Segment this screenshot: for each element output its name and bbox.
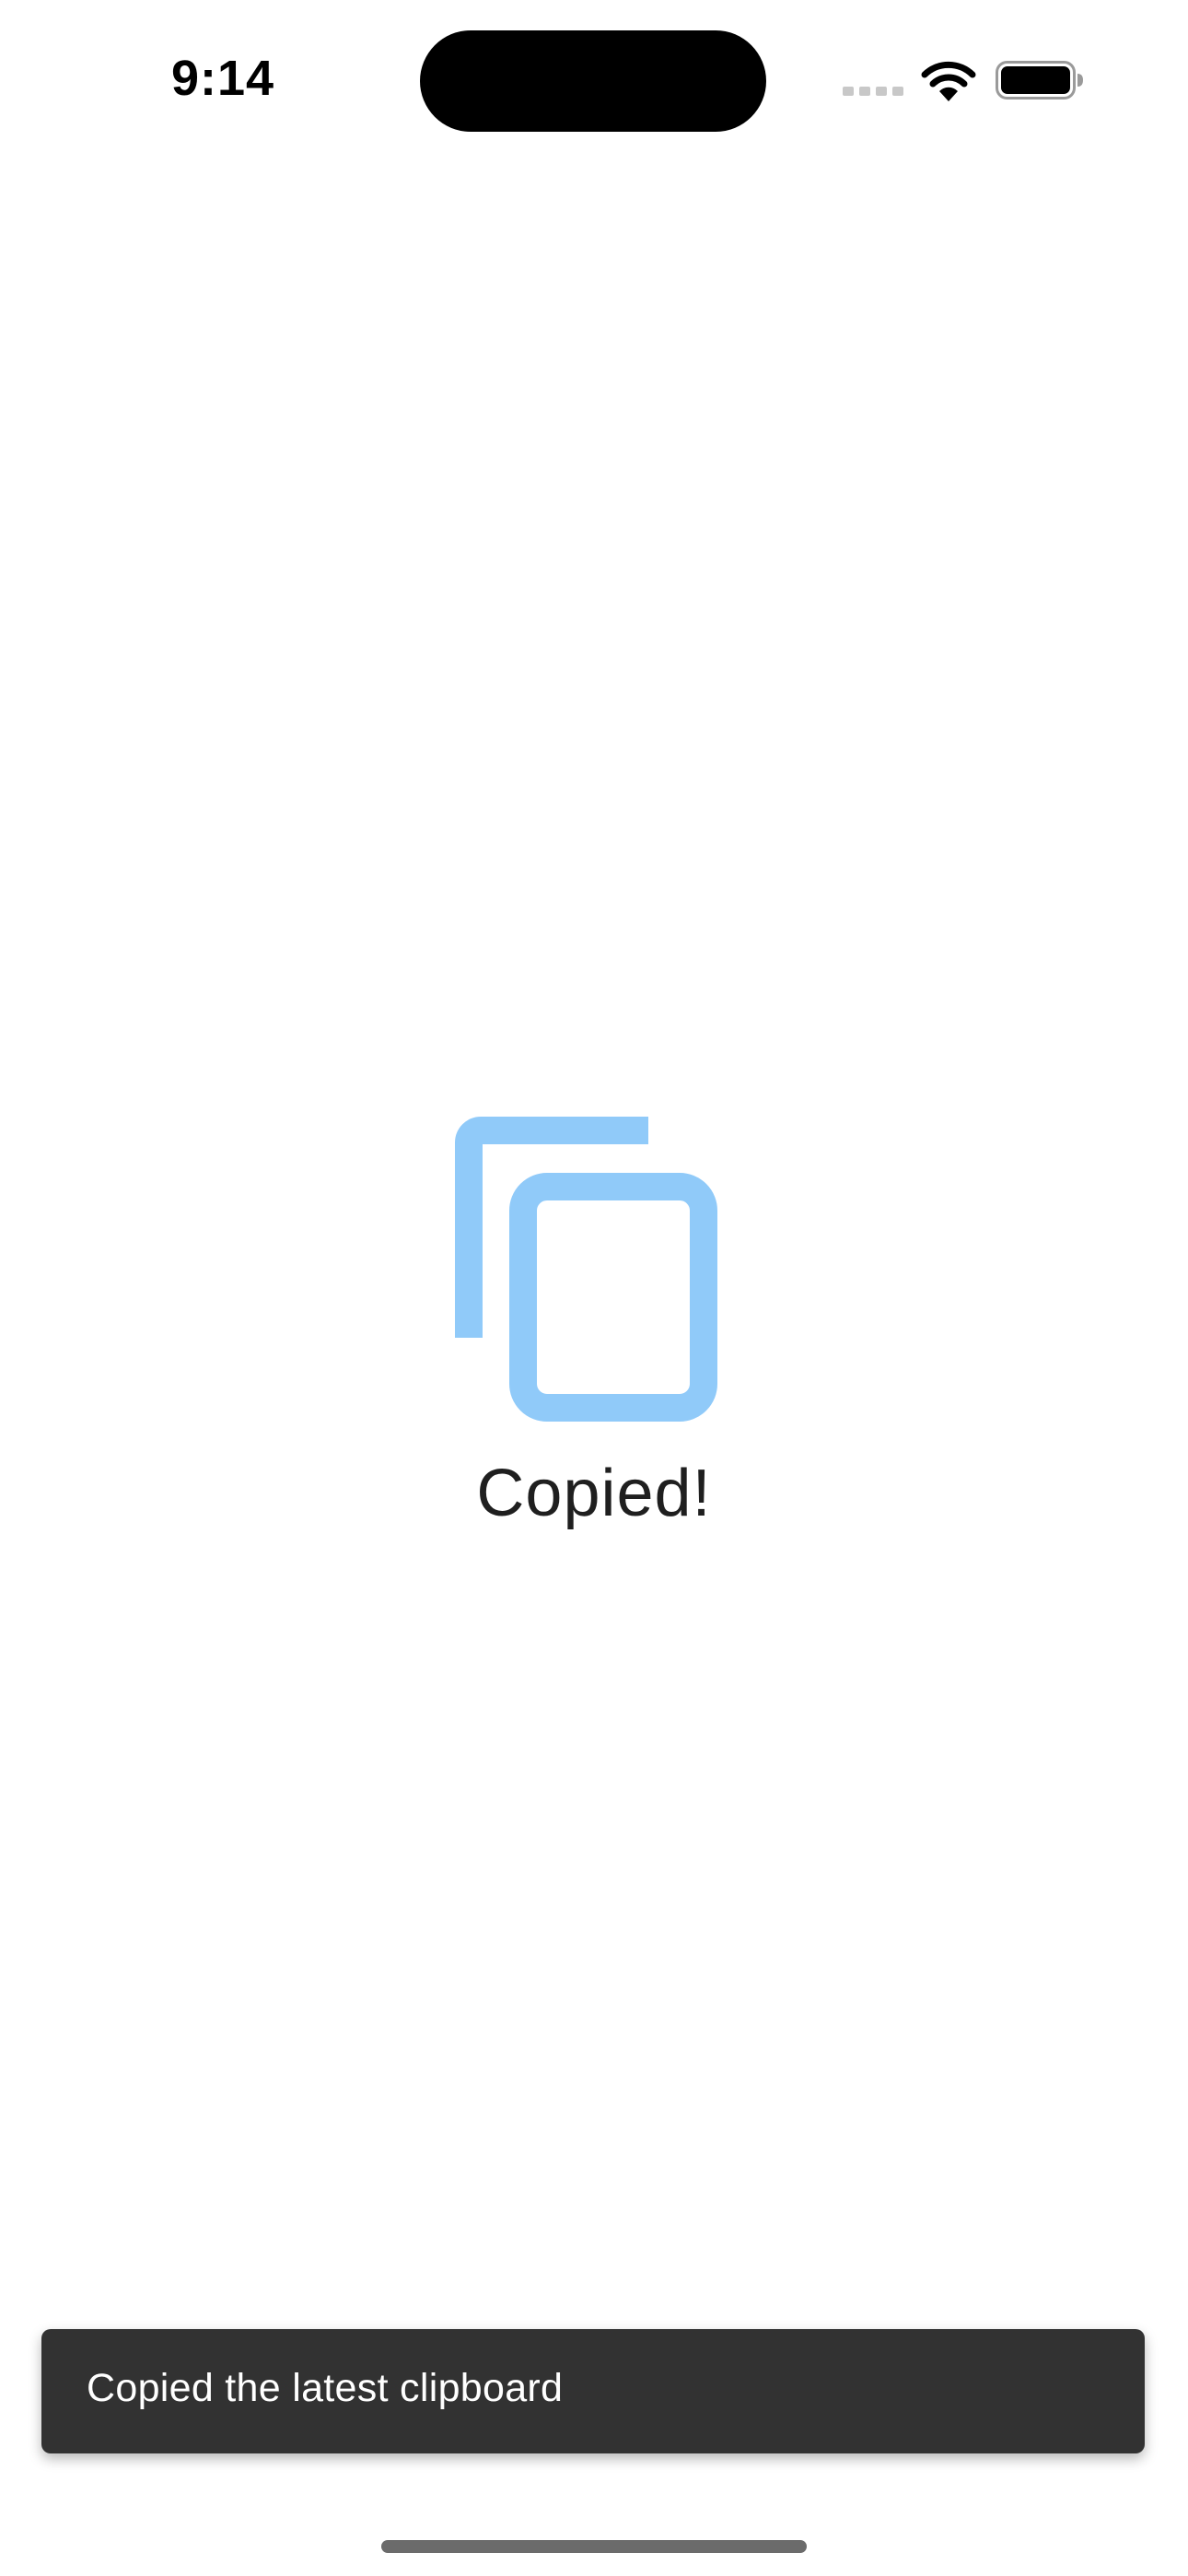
cellular-signal-icon: [843, 87, 903, 96]
snackbar: Copied the latest clipboard: [41, 2329, 1145, 2453]
dynamic-island: [420, 30, 766, 132]
battery-icon: [996, 61, 1083, 100]
home-indicator[interactable]: [381, 2540, 807, 2553]
copy-icon: [455, 1117, 717, 1422]
wifi-icon: [921, 61, 976, 101]
status-time: 9:14: [171, 51, 275, 106]
snackbar-text: Copied the latest clipboard: [87, 2366, 564, 2410]
status-bar: 9:14: [0, 0, 1188, 157]
copied-message: Copied!: [476, 1457, 712, 1530]
